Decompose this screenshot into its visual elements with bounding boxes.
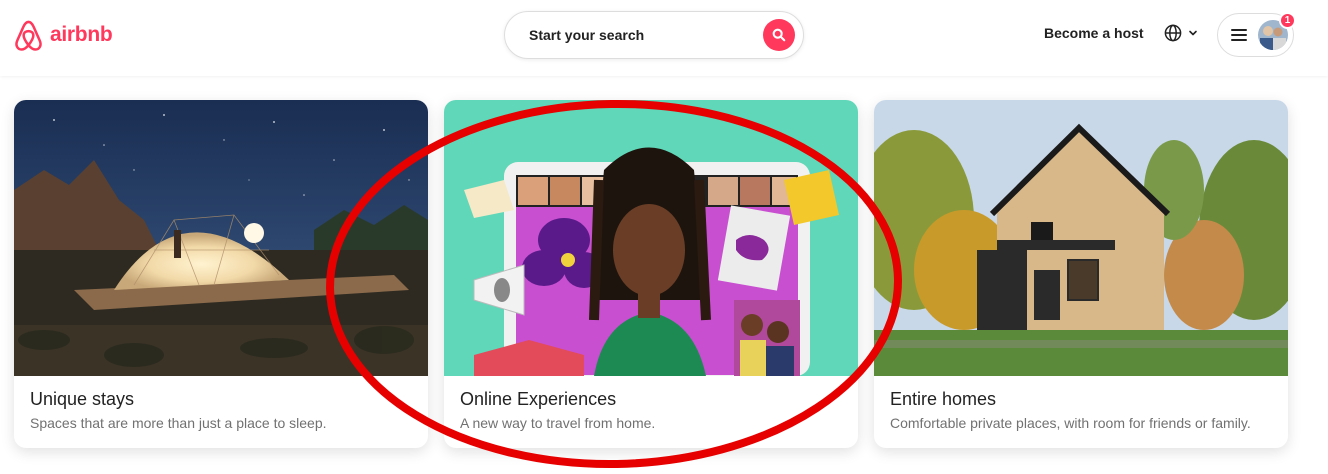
cabin-house-photo [874, 100, 1288, 376]
airbnb-logo-icon [15, 20, 42, 51]
hamburger-menu-icon [1231, 29, 1247, 41]
category-card-unique-stays[interactable]: Unique stays Spaces that are more than j… [14, 100, 428, 448]
card-subtitle: Spaces that are more than just a place t… [30, 415, 327, 431]
airbnb-logo[interactable]: airbnb [13, 18, 113, 52]
card-subtitle: Comfortable private places, with room fo… [890, 415, 1251, 431]
become-a-host-link[interactable]: Become a host [1044, 25, 1144, 41]
couple-photo [734, 300, 800, 376]
dome-tent-photo [14, 100, 428, 376]
search-button[interactable] [763, 19, 795, 51]
airbnb-wordmark: airbnb [50, 23, 113, 46]
search-bar[interactable]: Start your search [504, 11, 804, 59]
notification-badge: 1 [1279, 12, 1296, 29]
search-label: Start your search [529, 27, 645, 43]
category-card-online-experiences[interactable]: Online Experiences A new way to travel f… [444, 100, 858, 448]
search-icon [772, 28, 786, 42]
card-subtitle: A new way to travel from home. [460, 415, 656, 431]
card-title: Online Experiences [460, 389, 617, 409]
globe-icon [1164, 24, 1182, 42]
online-experiences-photo [444, 100, 858, 376]
woman-figure [589, 147, 711, 376]
chevron-down-icon [1189, 30, 1197, 36]
card-title: Unique stays [30, 389, 135, 409]
language-selector[interactable] [1164, 24, 1198, 42]
top-nav: airbnb Start your search Become a host 1 [0, 0, 1328, 76]
card-title: Entire homes [890, 389, 997, 409]
category-card-entire-homes[interactable]: Entire homes Comfortable private places,… [874, 100, 1288, 448]
